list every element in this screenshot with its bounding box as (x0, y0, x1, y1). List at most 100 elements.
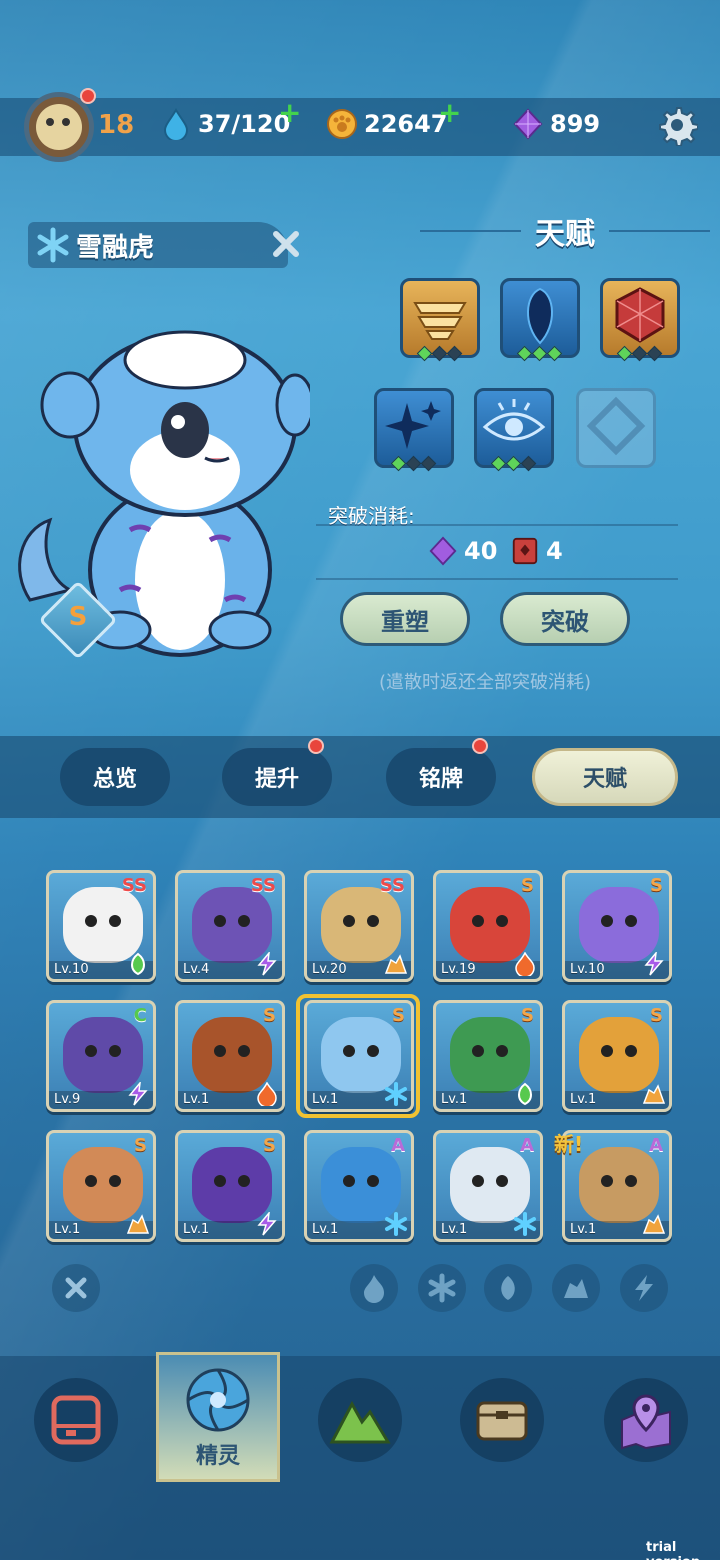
talent-slot-3-gems (616, 345, 663, 362)
creature-card-skull-dino[interactable]: SS Lv.20 (304, 870, 414, 982)
add-energy-button[interactable]: + (278, 96, 301, 129)
rock-icon (564, 1279, 588, 1298)
fire-icon (364, 1275, 384, 1303)
add-coins-button[interactable]: + (438, 96, 461, 129)
avatar-notification-dot (80, 88, 96, 104)
creature-card-owl[interactable]: A Lv.1 (433, 1130, 543, 1242)
filter-bolt-button[interactable] (620, 1264, 668, 1312)
paw-coin-icon (326, 108, 358, 140)
rank-badge-label: S (68, 602, 88, 632)
rock-element-icon (642, 1084, 666, 1104)
mountain-icon (329, 1400, 391, 1444)
talent-slot-1[interactable] (400, 278, 480, 362)
tab-upgrade[interactable]: 提升 (222, 748, 332, 806)
creature-card-purple-cat[interactable]: S Lv.1 (175, 1130, 285, 1242)
portrait-eye (367, 1175, 379, 1187)
shutter-icon (186, 1368, 250, 1432)
chest-icon (476, 1401, 528, 1441)
level-label: Lv.1 (54, 1222, 81, 1237)
level-label: Lv.4 (183, 962, 210, 977)
level-label: Lv.1 (183, 1092, 210, 1107)
creature-card-blue-fish[interactable]: A Lv.1 (304, 1130, 414, 1242)
snowflake-icon (428, 1273, 456, 1303)
sparkle-icon (385, 401, 441, 449)
grade-label: SS (379, 875, 405, 896)
talent-slot-5[interactable] (474, 388, 554, 472)
level-label: Lv.1 (570, 1092, 597, 1107)
portrait-eye (109, 1175, 121, 1187)
creature-card-red-horn[interactable]: S Lv.19 (433, 870, 543, 982)
portrait-eye (85, 915, 97, 927)
player-level: 18 (98, 110, 135, 140)
purple-gem-icon (429, 536, 457, 566)
fire-element-icon (257, 1082, 277, 1106)
book-cost: 4 (510, 536, 563, 566)
talent-slot-4[interactable] (374, 388, 454, 472)
talent-slot-6 (576, 388, 656, 468)
bolt-element-icon (644, 952, 664, 976)
eye-icon (482, 399, 546, 441)
title-ornament-left (420, 230, 521, 232)
nav-bag-button[interactable] (460, 1378, 544, 1462)
creature-card-purple-croc[interactable]: SS Lv.4 (175, 870, 285, 982)
portrait-eye (625, 1045, 637, 1057)
portrait-eye (496, 1175, 508, 1187)
nav-map-button[interactable] (604, 1378, 688, 1462)
release-close-icon[interactable] (270, 228, 302, 260)
clear-filter-button[interactable] (52, 1264, 100, 1312)
fire-element-icon (515, 952, 535, 976)
grade-label: S (263, 1135, 276, 1156)
creature-card-boiler[interactable]: S Lv.1 (175, 1000, 285, 1112)
level-label: Lv.9 (54, 1092, 81, 1107)
level-label: Lv.1 (183, 1222, 210, 1237)
new-creature-tag: 新! (554, 1132, 584, 1156)
snow-element-icon (385, 1212, 407, 1236)
portrait-eye (625, 915, 637, 927)
portrait-eye (601, 1175, 613, 1187)
tab-overview[interactable]: 总览 (60, 748, 170, 806)
nav-creatures-label: 精灵 (195, 1444, 240, 1469)
blue-drop-icon (527, 287, 553, 345)
coin-resource: 22647 (326, 108, 448, 140)
settings-gear-icon[interactable] (656, 104, 699, 147)
nav-battle-button[interactable] (34, 1378, 118, 1462)
portrait-eye (343, 915, 355, 927)
filter-ice-button[interactable] (418, 1264, 466, 1312)
grade-label: A (391, 1135, 405, 1156)
talent-slot-2[interactable] (500, 278, 580, 362)
leaf-element-icon (518, 1082, 532, 1106)
creature-card-panda[interactable]: SS Lv.10 (46, 870, 156, 982)
grade-label: S (263, 1005, 276, 1026)
creature-card-snake[interactable]: S Lv.1 (433, 1000, 543, 1112)
filter-leaf-button[interactable] (484, 1264, 532, 1312)
creature-card-purple-croc-c[interactable]: C Lv.9 (46, 1000, 156, 1112)
filter-rock-button[interactable] (552, 1264, 600, 1312)
rock-element-icon (384, 954, 408, 974)
nav-explore-button[interactable] (318, 1378, 402, 1462)
close-icon (65, 1277, 87, 1299)
leaf-element-icon (131, 952, 145, 976)
creature-card-sunflower[interactable]: S Lv.1 (562, 1000, 672, 1112)
talent-slot-1-gems (416, 345, 463, 362)
talent-slot-3[interactable] (600, 278, 680, 362)
console-icon (51, 1395, 101, 1445)
breakthrough-button[interactable]: 突破 (500, 592, 630, 646)
leaf-icon (501, 1276, 515, 1300)
filter-fire-button[interactable] (350, 1264, 398, 1312)
grade-label: SS (250, 875, 276, 896)
gem-cost-value: 40 (464, 537, 498, 565)
creature-card-fox-dog[interactable]: S Lv.1 (46, 1130, 156, 1242)
portrait-eye (496, 915, 508, 927)
talent-slot-2-gems (516, 345, 563, 362)
upgrade-notification-dot (308, 738, 324, 754)
gem-cost: 40 (428, 536, 497, 566)
tab-talent[interactable]: 天赋 (532, 748, 678, 806)
tab-nameplate[interactable]: 铭牌 (386, 748, 496, 806)
portrait-eye (214, 1045, 226, 1057)
reshape-button[interactable]: 重塑 (340, 592, 470, 646)
red-gem-icon (615, 287, 665, 343)
portrait-eye (238, 1045, 250, 1057)
level-label: Lv.1 (570, 1222, 597, 1237)
creature-card-jellyfish[interactable]: S Lv.10 (562, 870, 672, 982)
portrait-eye (367, 915, 379, 927)
